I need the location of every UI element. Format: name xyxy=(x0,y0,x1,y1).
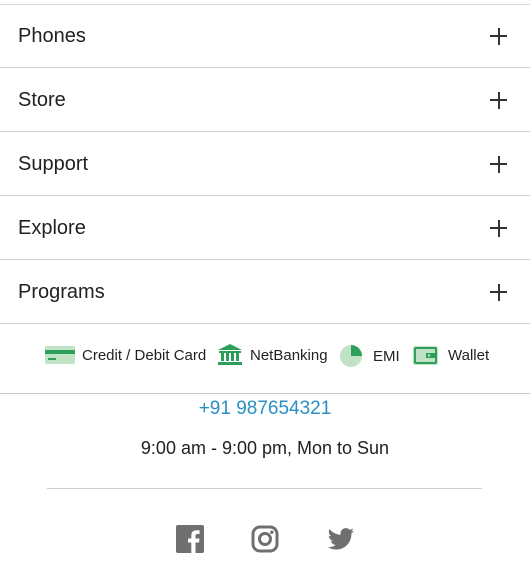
accordion-label: Programs xyxy=(18,280,105,303)
accordion-label: Support xyxy=(18,152,89,175)
payment-label: Wallet xyxy=(448,346,490,364)
accordion-label: Phones xyxy=(18,24,86,47)
plus-icon[interactable] xyxy=(490,155,507,173)
plus-icon[interactable] xyxy=(490,219,507,237)
payment-label: EMI xyxy=(373,347,400,365)
contact-phone-link[interactable]: +91 987654321 xyxy=(0,398,530,420)
accordion-label: Explore xyxy=(18,216,86,239)
plus-icon[interactable] xyxy=(490,283,507,301)
accordion-programs[interactable]: Programs xyxy=(0,261,530,324)
plus-icon[interactable] xyxy=(490,27,507,45)
accordion-explore[interactable]: Explore xyxy=(0,197,530,260)
bank-icon xyxy=(218,344,242,365)
wallet-icon xyxy=(413,346,438,365)
plus-icon[interactable] xyxy=(490,91,507,109)
payment-emi: EMI xyxy=(339,344,400,368)
payment-wallet: Wallet xyxy=(413,344,489,366)
facebook-icon[interactable] xyxy=(176,525,204,553)
accordion-support[interactable]: Support xyxy=(0,133,530,196)
accordion-phones[interactable]: Phones xyxy=(0,5,530,68)
accordion-store[interactable]: Store xyxy=(0,69,530,132)
emi-pie-icon xyxy=(340,345,362,367)
twitter-icon[interactable] xyxy=(327,525,355,553)
payment-credit-debit: Credit / Debit Card xyxy=(45,344,206,366)
payment-netbanking: NetBanking xyxy=(217,344,328,366)
contact-hours: 9:00 am - 9:00 pm, Mon to Sun xyxy=(140,438,390,458)
accordion-label: Store xyxy=(18,88,66,111)
payment-methods: Credit / Debit Card NetBanking EMI Walle… xyxy=(0,324,530,394)
payment-label: Credit / Debit Card xyxy=(82,346,207,364)
instagram-icon[interactable] xyxy=(251,525,279,553)
credit-card-icon xyxy=(45,346,75,364)
footer-divider xyxy=(47,488,482,489)
payment-label: NetBanking xyxy=(250,346,328,364)
